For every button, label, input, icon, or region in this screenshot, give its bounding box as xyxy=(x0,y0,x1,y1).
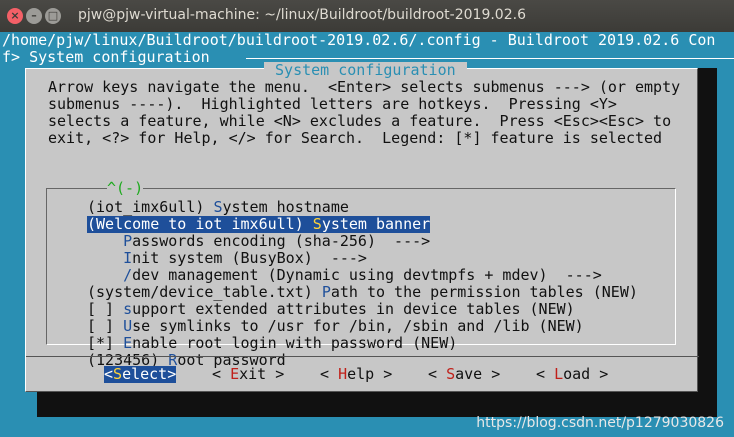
hotkey: I xyxy=(123,249,133,267)
hotkey: S xyxy=(446,365,456,383)
dialog-shadow-right xyxy=(698,68,717,417)
hotkey: S xyxy=(113,365,123,383)
menu-item-root-login[interactable]: [*] Enable root login with password (NEW… xyxy=(87,335,457,352)
help-line: exit, <?> for Help, </> for Search. Lege… xyxy=(48,129,663,147)
menu-item-permission-tables[interactable]: (system/device_table.txt) Path to the pe… xyxy=(87,284,638,301)
help-line: submenus ----). Highlighted letters are … xyxy=(48,95,617,113)
button-separator xyxy=(26,356,699,357)
menu-item-init-system[interactable]: Init system (BusyBox) ---> xyxy=(87,250,367,267)
menu-item-dev-management[interactable]: /dev management (Dynamic using devtmpfs … xyxy=(87,267,602,284)
select-button[interactable]: <Select> xyxy=(104,365,177,383)
hotkey: H xyxy=(338,365,348,383)
help-text: Arrow keys navigate the menu. <Enter> se… xyxy=(48,79,680,147)
hotkey: S xyxy=(312,215,322,233)
button-bar: <Select> < Exit > < Help > < Save > < Lo… xyxy=(26,366,699,386)
save-button[interactable]: < Save > xyxy=(428,366,500,383)
hotkey: P xyxy=(321,283,331,301)
load-button[interactable]: < Load > xyxy=(536,366,608,383)
window-title: pjw@pjw-virtual-machine: ~/linux/Buildro… xyxy=(78,7,526,23)
hotkey: P xyxy=(123,232,133,250)
hotkey: / xyxy=(123,266,133,284)
menu-item-system-hostname[interactable]: (iot_imx6ull) System hostname xyxy=(87,199,349,216)
menu-item-passwords-encoding[interactable]: Passwords encoding (sha-256) ---> xyxy=(87,233,430,250)
dialog-title: System configuration xyxy=(264,61,467,79)
config-path-header: /home/pjw/linux/Buildroot/buildroot-2019… xyxy=(2,32,716,49)
maximize-window-icon[interactable]: □ xyxy=(45,8,61,24)
dialog-shadow-bottom xyxy=(37,392,717,417)
menu-list: ^(-) (iot_imx6ull) System hostname (Welc… xyxy=(46,181,676,384)
help-line: Arrow keys navigate the menu. <Enter> se… xyxy=(48,78,681,96)
close-window-icon[interactable]: × xyxy=(7,8,23,24)
header-rule xyxy=(246,58,734,59)
exit-button[interactable]: < Exit > xyxy=(212,366,284,383)
hotkey: L xyxy=(554,365,564,383)
hotkey: E xyxy=(230,365,240,383)
breadcrumb: f> System configuration xyxy=(2,48,210,66)
terminal-area[interactable]: /home/pjw/linux/Buildroot/buildroot-2019… xyxy=(0,32,734,437)
watermark: https://blog.csdn.net/p1279030826 xyxy=(476,415,724,431)
scroll-up-indicator[interactable]: ^(-) xyxy=(107,181,144,196)
help-button[interactable]: < Help > xyxy=(320,366,392,383)
hotkey: E xyxy=(123,334,133,352)
window-titlebar: × – □ pjw@pjw-virtual-machine: ~/linux/B… xyxy=(0,0,734,32)
minimize-window-icon[interactable]: – xyxy=(26,8,42,24)
menu-item-extended-attributes[interactable]: [ ] support extended attributes in devic… xyxy=(87,301,575,318)
hotkey: s xyxy=(123,300,133,318)
help-line: selects a feature, while <N> excludes a … xyxy=(48,112,672,130)
menuconfig-dialog: System configuration Arrow keys navigate… xyxy=(25,62,699,392)
menu-item-usr-symlinks[interactable]: [ ] Use symlinks to /usr for /bin, /sbin… xyxy=(87,318,584,335)
hotkey: U xyxy=(123,317,133,335)
menu-item-system-banner[interactable]: (Welcome to iot imx6ull) System banner xyxy=(87,215,431,233)
